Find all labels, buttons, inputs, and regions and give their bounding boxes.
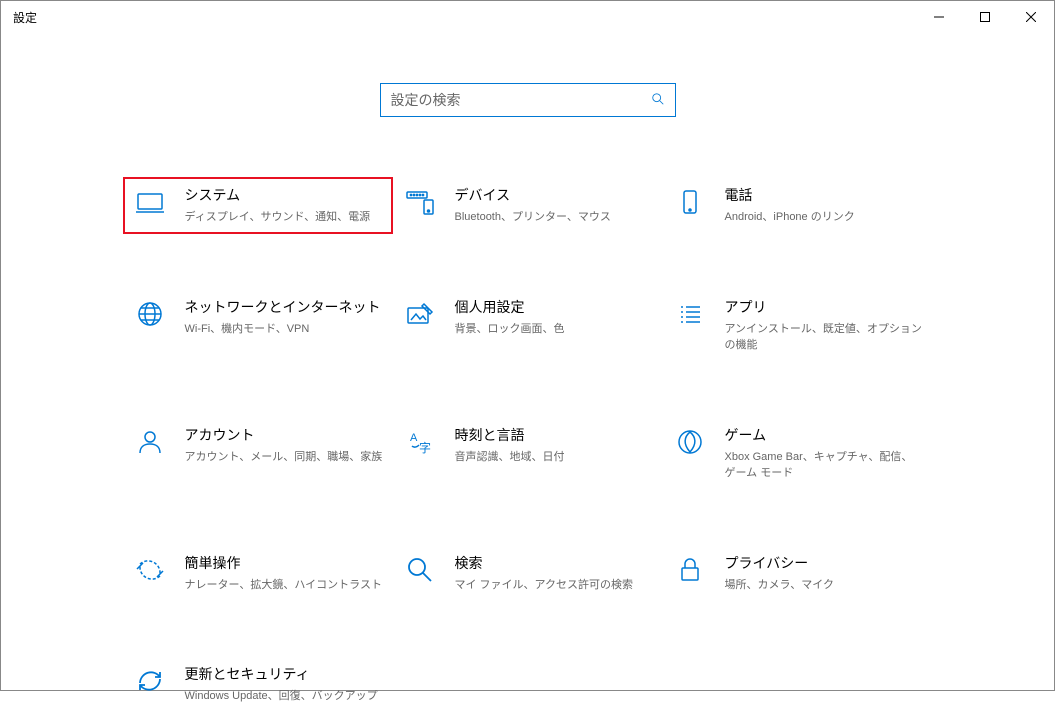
tile-title: 簡単操作 — [185, 553, 383, 573]
minimize-button[interactable] — [916, 1, 962, 33]
tile-desc: 音声認識、地域、日付 — [455, 449, 653, 466]
ease-icon — [133, 553, 167, 587]
tile-title: プライバシー — [725, 553, 923, 573]
tile-title: デバイス — [455, 185, 653, 205]
apps-icon — [673, 297, 707, 331]
search-icon — [651, 92, 665, 109]
tile-apps[interactable]: アプリ アンインストール、既定値、オプションの機能 — [663, 289, 933, 362]
window-title: 設定 — [13, 9, 37, 26]
gaming-icon — [673, 425, 707, 459]
content: 設定の検索 システム ディスプレイ、サウンド、通知、電源 デバイス Blueto… — [1, 33, 1054, 713]
tile-title: 更新とセキュリティ — [185, 664, 383, 684]
tile-desc: マイ ファイル、アクセス許可の検索 — [455, 577, 653, 594]
tile-title: アプリ — [725, 297, 923, 317]
tile-system[interactable]: システム ディスプレイ、サウンド、通知、電源 — [123, 177, 393, 234]
tile-personalization[interactable]: 個人用設定 背景、ロック画面、色 — [393, 289, 663, 362]
tile-desc: ディスプレイ、サウンド、通知、電源 — [185, 209, 383, 226]
tile-search[interactable]: 検索 マイ ファイル、アクセス許可の検索 — [393, 545, 663, 602]
tile-phone[interactable]: 電話 Android、iPhone のリンク — [663, 177, 933, 234]
search-input[interactable]: 設定の検索 — [380, 83, 676, 117]
maximize-button[interactable] — [962, 1, 1008, 33]
tile-desc: Bluetooth、プリンター、マウス — [455, 209, 653, 226]
svg-text:字: 字 — [419, 440, 431, 455]
tile-network[interactable]: ネットワークとインターネット Wi-Fi、機内モード、VPN — [123, 289, 393, 362]
tile-desc: ナレーター、拡大鏡、ハイコントラスト — [185, 577, 383, 594]
network-icon — [133, 297, 167, 331]
svg-text:A: A — [410, 432, 418, 444]
personalization-icon — [403, 297, 437, 331]
phone-icon — [673, 185, 707, 219]
tile-time[interactable]: A字 時刻と言語 音声認識、地域、日付 — [393, 417, 663, 490]
tile-desc: アカウント、メール、同期、職場、家族 — [185, 449, 383, 466]
tile-title: アカウント — [185, 425, 383, 445]
tile-desc: Xbox Game Bar、キャプチャ、配信、ゲーム モード — [725, 449, 923, 482]
tile-title: 時刻と言語 — [455, 425, 653, 445]
tile-privacy[interactable]: プライバシー 場所、カメラ、マイク — [663, 545, 933, 602]
search-placeholder: 設定の検索 — [391, 90, 651, 110]
update-icon — [133, 664, 167, 698]
tile-title: ゲーム — [725, 425, 923, 445]
system-icon — [133, 185, 167, 219]
tile-devices[interactable]: デバイス Bluetooth、プリンター、マウス — [393, 177, 663, 234]
tile-title: システム — [185, 185, 383, 205]
tile-title: 個人用設定 — [455, 297, 653, 317]
settings-grid: システム ディスプレイ、サウンド、通知、電源 デバイス Bluetooth、プリ… — [1, 177, 1054, 713]
tile-gaming[interactable]: ゲーム Xbox Game Bar、キャプチャ、配信、ゲーム モード — [663, 417, 933, 490]
tile-desc: アンインストール、既定値、オプションの機能 — [725, 321, 923, 354]
tile-desc: Wi-Fi、機内モード、VPN — [185, 321, 383, 338]
tile-title: 電話 — [725, 185, 923, 205]
close-button[interactable] — [1008, 1, 1054, 33]
devices-icon — [403, 185, 437, 219]
tile-desc: 場所、カメラ、マイク — [725, 577, 923, 594]
tile-desc: 背景、ロック画面、色 — [455, 321, 653, 338]
time-icon: A字 — [403, 425, 437, 459]
tile-update[interactable]: 更新とセキュリティ Windows Update、回復、バックアップ — [123, 656, 393, 713]
tile-desc: Windows Update、回復、バックアップ — [185, 688, 383, 705]
tile-title: ネットワークとインターネット — [185, 297, 383, 317]
tile-desc: Android、iPhone のリンク — [725, 209, 923, 226]
titlebar: 設定 — [1, 1, 1054, 33]
search-tile-icon — [403, 553, 437, 587]
tile-accounts[interactable]: アカウント アカウント、メール、同期、職場、家族 — [123, 417, 393, 490]
accounts-icon — [133, 425, 167, 459]
privacy-icon — [673, 553, 707, 587]
tile-ease[interactable]: 簡単操作 ナレーター、拡大鏡、ハイコントラスト — [123, 545, 393, 602]
tile-title: 検索 — [455, 553, 653, 573]
